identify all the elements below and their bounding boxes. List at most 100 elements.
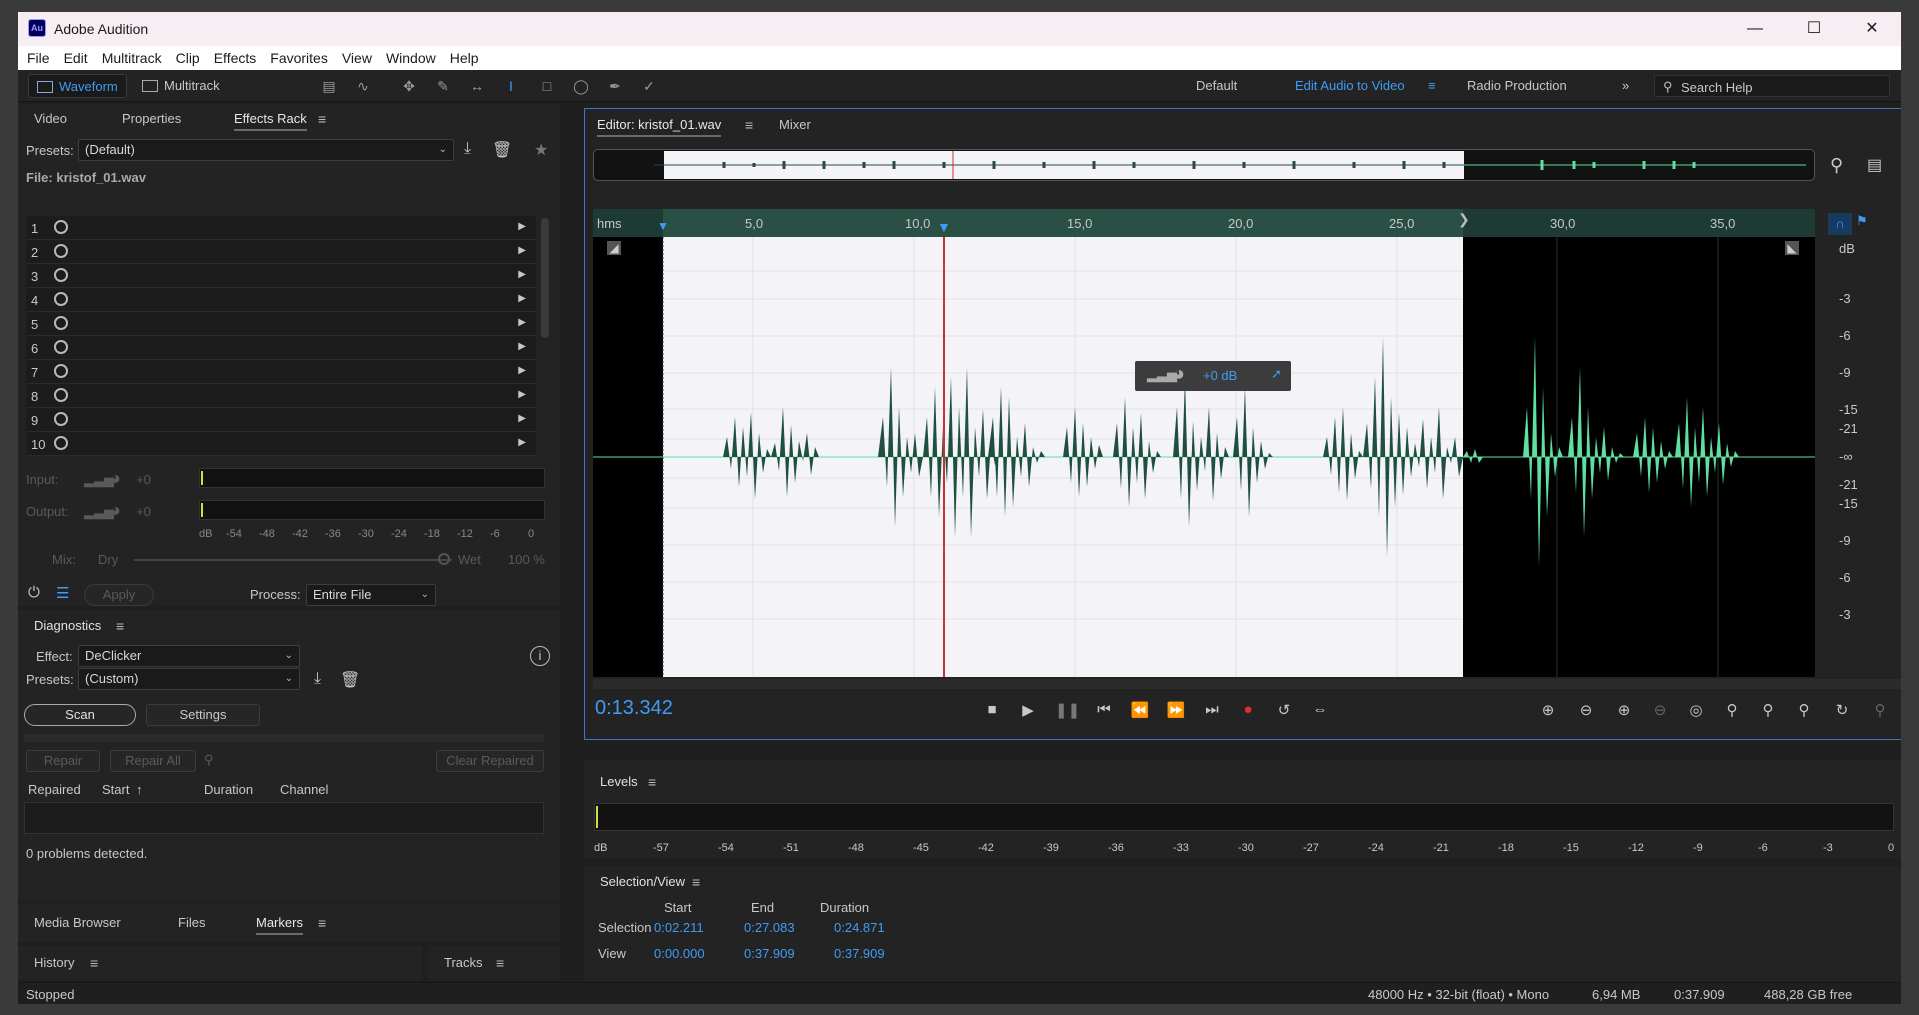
playhead-handle-icon[interactable]: ▼ bbox=[937, 219, 951, 235]
time-ruler[interactable]: hms 5,0 10,0 15,0 20,0 25,0 30,0 35,0 ▼ … bbox=[593, 209, 1815, 237]
record-icon[interactable]: ● bbox=[1237, 701, 1259, 721]
razor-tool-icon[interactable]: ✎ bbox=[432, 76, 454, 96]
zoom-in-to-selection-icon[interactable]: ⚲ bbox=[1721, 701, 1743, 721]
power-icon[interactable] bbox=[54, 244, 68, 258]
triangle-right-icon[interactable]: ▶ bbox=[518, 365, 526, 376]
delete-preset-icon[interactable]: 🗑 bbox=[340, 670, 360, 690]
gain-hud[interactable]: ▂▃▅ ◕ +0 dB ➚ bbox=[1135, 361, 1291, 391]
rewind-icon[interactable]: ⏪ bbox=[1129, 701, 1151, 721]
selection-end-value[interactable]: 0:27.083 bbox=[744, 920, 795, 935]
delete-preset-icon[interactable]: 🗑 bbox=[492, 140, 512, 160]
menu-multitrack[interactable]: Multitrack bbox=[95, 46, 169, 70]
waveform-display[interactable]: ◢ ◣ ▂▃▅ ◕ +0 dB ➚ bbox=[593, 237, 1815, 677]
zoom-selection-right-icon[interactable]: ⚲ bbox=[1793, 701, 1815, 721]
selection-start-value[interactable]: 0:02.211 bbox=[654, 920, 704, 935]
menu-file[interactable]: File bbox=[18, 46, 57, 70]
zoom-out-amplitude-icon[interactable]: ⊖ bbox=[1575, 701, 1597, 721]
workspace-default[interactable]: Default bbox=[1196, 70, 1237, 102]
mix-slider-track[interactable] bbox=[134, 559, 452, 561]
tab-media-browser[interactable]: Media Browser bbox=[34, 915, 121, 930]
col-repaired[interactable]: Repaired bbox=[28, 782, 81, 797]
triangle-right-icon[interactable]: ▶ bbox=[518, 221, 526, 232]
tab-editor-file[interactable]: Editor: kristof_01.wav bbox=[597, 117, 722, 137]
power-icon[interactable] bbox=[54, 340, 68, 354]
skip-selection-icon[interactable]: ⇔ bbox=[1309, 701, 1331, 721]
view-duration-value[interactable]: 0:37.909 bbox=[834, 946, 885, 961]
col-start[interactable]: Start bbox=[102, 782, 129, 797]
spectral-display-icon[interactable]: ▤ bbox=[318, 76, 340, 96]
menu-favorites[interactable]: Favorites bbox=[263, 46, 335, 70]
menu-window[interactable]: Window bbox=[379, 46, 443, 70]
power-icon[interactable] bbox=[54, 412, 68, 426]
power-icon[interactable] bbox=[54, 388, 68, 402]
output-knob-icon[interactable]: ◕ bbox=[110, 500, 121, 521]
hud-gain-knob-icon[interactable]: ◕ bbox=[1173, 363, 1185, 386]
more-workspaces-icon[interactable]: » bbox=[1622, 70, 1629, 102]
power-icon[interactable] bbox=[54, 292, 68, 306]
fade-out-handle-icon[interactable]: ◣ bbox=[1785, 241, 1799, 255]
rack-presets-dropdown[interactable]: (Default) ⌄ bbox=[78, 139, 454, 161]
waveform-view-button[interactable]: Waveform bbox=[28, 74, 127, 98]
selection-end-handle-icon[interactable]: ❯ bbox=[1458, 211, 1470, 228]
triangle-right-icon[interactable]: ▶ bbox=[518, 341, 526, 352]
triangle-right-icon[interactable]: ▶ bbox=[518, 437, 526, 448]
menu-clip[interactable]: Clip bbox=[169, 46, 207, 70]
menu-view[interactable]: View bbox=[335, 46, 379, 70]
rack-power-icon[interactable]: ⏻ bbox=[28, 584, 40, 601]
effect-slots-scrollbar[interactable] bbox=[541, 218, 549, 338]
zoom-navigator-icon[interactable]: ⚲ bbox=[1830, 155, 1843, 176]
close-button[interactable]: ✕ bbox=[1843, 12, 1901, 46]
scan-button[interactable]: Scan bbox=[24, 704, 136, 726]
zoom-in-amplitude-icon[interactable]: ⊕ bbox=[1537, 701, 1559, 721]
menu-help[interactable]: Help bbox=[443, 46, 486, 70]
tab-video[interactable]: Video bbox=[34, 111, 67, 126]
info-icon[interactable]: i bbox=[530, 646, 550, 666]
current-time[interactable]: 0:13.342 bbox=[595, 697, 673, 720]
tab-effects-rack[interactable]: Effects Rack bbox=[234, 111, 307, 131]
overview-navigator[interactable] bbox=[593, 149, 1815, 181]
triangle-right-icon[interactable]: ▶ bbox=[518, 413, 526, 424]
tracks-menu-icon[interactable]: ≡ bbox=[496, 955, 504, 971]
editor-menu-icon[interactable]: ≡ bbox=[745, 117, 753, 133]
power-icon[interactable] bbox=[54, 220, 68, 234]
minimize-button[interactable]: — bbox=[1726, 12, 1784, 46]
power-icon[interactable] bbox=[54, 436, 68, 450]
settings-button[interactable]: Settings bbox=[146, 704, 260, 726]
marquee-tool-icon[interactable]: □ bbox=[536, 76, 558, 96]
maximize-button[interactable]: ☐ bbox=[1785, 12, 1843, 46]
diagnostics-menu-icon[interactable]: ≡ bbox=[116, 618, 124, 634]
tab-files[interactable]: Files bbox=[178, 915, 205, 930]
play-icon[interactable]: ▶ bbox=[1017, 701, 1039, 721]
fast-forward-icon[interactable]: ⏩ bbox=[1165, 701, 1187, 721]
repair-button[interactable]: Repair bbox=[26, 750, 100, 772]
workspace-menu-icon[interactable]: ≡ bbox=[1428, 70, 1436, 102]
zoom-in-time-icon[interactable]: ⊕ bbox=[1613, 701, 1635, 721]
effect-slot[interactable]: 10 ▶ bbox=[26, 432, 536, 456]
search-help-field[interactable]: ⚲ Search Help bbox=[1654, 75, 1890, 97]
save-preset-icon[interactable]: ⤓ bbox=[464, 140, 471, 158]
move-tool-icon[interactable]: ✥ bbox=[398, 76, 420, 96]
history-menu-icon[interactable]: ≡ bbox=[90, 955, 98, 971]
workspace-edit-audio-to-video[interactable]: Edit Audio to Video bbox=[1295, 70, 1405, 102]
problems-list[interactable] bbox=[24, 802, 544, 834]
effect-slot[interactable]: 1 ▶ bbox=[26, 216, 536, 240]
apply-button[interactable]: Apply bbox=[84, 584, 154, 606]
brush-tool-icon[interactable]: ✒ bbox=[604, 76, 626, 96]
triangle-right-icon[interactable]: ▶ bbox=[518, 317, 526, 328]
rack-list-icon[interactable]: ☰ bbox=[56, 584, 69, 602]
effect-slot[interactable]: 7 ▶ bbox=[26, 360, 536, 384]
triangle-right-icon[interactable]: ▶ bbox=[518, 245, 526, 256]
tab-properties[interactable]: Properties bbox=[122, 111, 181, 126]
menu-edit[interactable]: Edit bbox=[57, 46, 95, 70]
pitch-display-icon[interactable]: ∿ bbox=[352, 76, 374, 96]
search-icon[interactable]: ⚲ bbox=[204, 752, 214, 768]
levels-menu-icon[interactable]: ≡ bbox=[648, 774, 656, 790]
favorite-star-icon[interactable]: ★ bbox=[534, 140, 548, 160]
zoom-out-full-icon[interactable]: ◎ bbox=[1685, 701, 1707, 721]
view-end-value[interactable]: 0:37.909 bbox=[744, 946, 795, 961]
triangle-right-icon[interactable]: ▶ bbox=[518, 269, 526, 280]
power-icon[interactable] bbox=[54, 364, 68, 378]
effect-slot[interactable]: 2 ▶ bbox=[26, 240, 536, 264]
diagnostic-effect-dropdown[interactable]: DeClicker ⌄ bbox=[78, 645, 300, 667]
ruler-selection[interactable] bbox=[663, 209, 1463, 237]
